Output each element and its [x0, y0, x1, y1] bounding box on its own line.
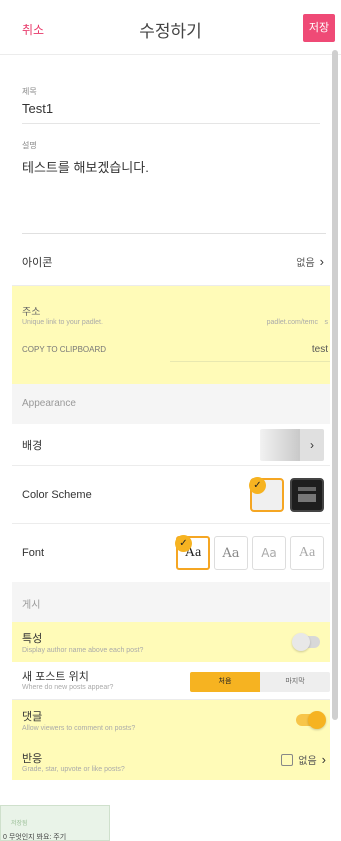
- address-section: 주소 Unique link to your padlet. padlet.co…: [12, 286, 330, 384]
- title-field-block: 제목 Test1: [12, 58, 330, 132]
- background-label: 배경: [22, 439, 43, 452]
- icon-row[interactable]: 아이콘 없음 ›: [12, 238, 330, 286]
- attribution-toggle[interactable]: [292, 633, 320, 651]
- description-underline: [22, 233, 326, 234]
- address-underline: [170, 361, 330, 362]
- address-url-suffix: s: [324, 319, 329, 326]
- attribution-hint: Display author name above each post?: [22, 647, 144, 654]
- font-option-3[interactable]: Aa: [252, 536, 286, 570]
- chevron-right-icon: ›: [321, 752, 326, 767]
- reaction-square-icon: [281, 753, 294, 766]
- new-post-position-segmented: 처음 마지막: [190, 672, 330, 692]
- settings-panel: 제목 Test1 설명 테스트를 해보겠습니다. 아이콘 없음 › 주소 Uni…: [12, 58, 330, 780]
- comments-hint: Allow viewers to comment on posts?: [22, 725, 136, 732]
- address-hint: Unique link to your padlet.: [22, 319, 103, 326]
- toast-line-1: 저장됨: [11, 821, 28, 827]
- top-bar: 취소 수정하기 저장: [0, 0, 341, 55]
- icon-value-text: 없음: [296, 258, 315, 269]
- reactions-row[interactable]: 반응 Grade, star, upvote or like posts? 없음…: [12, 744, 330, 780]
- title-field-label: 제목: [22, 87, 37, 96]
- color-scheme-options: ✓: [249, 476, 324, 512]
- attribution-label: 특성: [22, 633, 43, 645]
- font-options: ✓ Aa Aa Aa Aa: [175, 535, 324, 570]
- comments-label: 댓글: [22, 711, 43, 723]
- copy-to-clipboard-button[interactable]: COPY TO CLIPBOARD: [22, 345, 106, 354]
- background-preview: [260, 428, 300, 461]
- checkmark-icon: ✓: [175, 535, 192, 552]
- color-scheme-label: Color Scheme: [22, 488, 92, 501]
- reactions-value-text: 없음: [298, 756, 317, 767]
- toggle-knob: [292, 633, 310, 651]
- address-url-prefix: padlet.com/temc: [266, 319, 318, 326]
- icon-value: 없음 ›: [296, 254, 324, 269]
- scrollbar[interactable]: [332, 50, 338, 720]
- background-swatch[interactable]: ›: [260, 428, 324, 461]
- dark-preview-block: [298, 493, 316, 502]
- segment-first[interactable]: 처음: [190, 672, 260, 692]
- font-label: Font: [22, 547, 45, 559]
- description-field-label: 설명: [22, 141, 37, 150]
- toggle-knob: [308, 711, 326, 729]
- reactions-value: 없음 ›: [281, 752, 326, 767]
- address-label: 주소: [22, 307, 41, 318]
- save-button[interactable]: 저장: [303, 14, 335, 42]
- description-field-block: 설명 테스트를 해보겠습니다.: [12, 132, 330, 238]
- page-title: 수정하기: [139, 22, 202, 41]
- icon-label: 아이콘: [22, 256, 53, 269]
- font-row: Font ✓ Aa Aa Aa Aa: [12, 524, 330, 582]
- address-input[interactable]: test: [312, 344, 328, 355]
- chevron-right-icon: ›: [300, 428, 324, 461]
- chevron-right-icon: ›: [319, 254, 324, 269]
- color-scheme-light-option[interactable]: ✓: [249, 476, 284, 512]
- reactions-label: 반응: [22, 753, 43, 765]
- color-scheme-dark-option[interactable]: [290, 477, 324, 512]
- reactions-hint: Grade, star, upvote or like posts?: [22, 766, 125, 773]
- font-option-1[interactable]: ✓ Aa: [175, 535, 210, 570]
- checkmark-icon: ✓: [249, 476, 266, 494]
- saved-toast: 저장됨 0 무엇인지 봐요: 주기: [0, 805, 110, 841]
- segment-last[interactable]: 마지막: [260, 672, 330, 692]
- appearance-heading: Appearance: [12, 384, 330, 424]
- font-option-4[interactable]: Aa: [290, 536, 324, 570]
- comments-row: 댓글 Allow viewers to comment on posts?: [12, 700, 330, 744]
- description-textarea[interactable]: 테스트를 해보겠습니다.: [22, 157, 320, 176]
- toast-line-2: 0 무엇인지 봐요: 주기: [3, 834, 67, 841]
- background-row[interactable]: 배경 ›: [12, 424, 330, 466]
- new-post-position-label: 새 포스트 위치: [22, 671, 89, 683]
- title-input[interactable]: Test1: [22, 101, 320, 124]
- font-option-2[interactable]: Aa: [214, 536, 248, 570]
- new-post-position-row: 새 포스트 위치 Where do new posts appear? 처음 마…: [12, 662, 330, 700]
- dark-preview-line: [298, 486, 316, 491]
- posting-heading: 게시: [12, 582, 330, 622]
- color-scheme-row: Color Scheme ✓: [12, 466, 330, 524]
- new-post-position-hint: Where do new posts appear?: [22, 684, 114, 691]
- comments-toggle[interactable]: [296, 711, 326, 729]
- attribution-row: 특성 Display author name above each post?: [12, 622, 330, 662]
